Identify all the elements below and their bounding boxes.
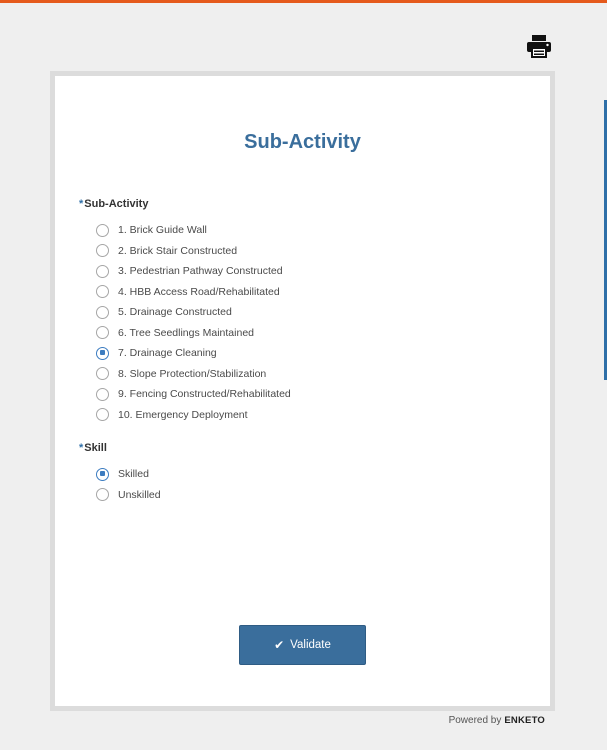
radio-option-label: 2. Brick Stair Constructed: [118, 244, 238, 257]
radio-button[interactable]: [96, 367, 109, 381]
radio-option-label: Unskilled: [118, 488, 161, 501]
radio-button[interactable]: [96, 285, 109, 299]
validate-button[interactable]: ✔ Validate: [239, 625, 366, 665]
print-button[interactable]: [526, 34, 552, 58]
radio-option-sub-activity-3[interactable]: 3. Pedestrian Pathway Constructed: [96, 261, 291, 282]
radio-button[interactable]: [96, 488, 109, 502]
question-label: *Sub-Activity: [79, 198, 291, 214]
radio-option-label: 3. Pedestrian Pathway Constructed: [118, 265, 283, 278]
validate-label: Validate: [290, 639, 331, 651]
radio-option-sub-activity-10[interactable]: 10. Emergency Deployment: [96, 405, 291, 426]
radio-option-label: 4. HBB Access Road/Rehabilitated: [118, 285, 280, 298]
radio-button[interactable]: [96, 408, 109, 422]
question-label-text: Skill: [84, 442, 107, 454]
radio-option-sub-activity-5[interactable]: 5. Drainage Constructed: [96, 302, 291, 323]
check-icon: ✔: [274, 638, 285, 652]
powered-by: Powered by ENKETO: [449, 715, 545, 726]
required-marker: *: [79, 198, 84, 210]
form-title: Sub-Activity: [244, 131, 361, 153]
question-label: *Skill: [79, 442, 161, 458]
question-skill: *Skill Skilled Unskilled: [79, 442, 161, 505]
radio-option-label: 6. Tree Seedlings Maintained: [118, 326, 255, 339]
radio-option-label: 10. Emergency Deployment: [118, 408, 248, 421]
radio-option-label: 1. Brick Guide Wall: [118, 224, 207, 237]
radio-button[interactable]: [96, 346, 109, 360]
radio-option-label: 7. Drainage Cleaning: [118, 347, 217, 360]
radio-option-sub-activity-7[interactable]: 7. Drainage Cleaning: [96, 343, 291, 364]
radio-option-sub-activity-6[interactable]: 6. Tree Seedlings Maintained: [96, 323, 291, 344]
radio-button[interactable]: [96, 264, 109, 278]
radio-button[interactable]: [96, 305, 109, 319]
printer-icon: [527, 35, 551, 58]
options-skill: Skilled Unskilled: [96, 464, 161, 505]
radio-button[interactable]: [96, 326, 109, 340]
options-sub-activity: 1. Brick Guide Wall 2. Brick Stair Constr…: [96, 220, 291, 425]
brand-logo[interactable]: ENKETO: [504, 715, 545, 726]
radio-button[interactable]: [96, 244, 109, 258]
radio-option-label: 5. Drainage Constructed: [118, 306, 232, 319]
top-accent-bar: [0, 0, 607, 3]
required-marker: *: [79, 442, 84, 454]
radio-option-skill-2[interactable]: Unskilled: [96, 485, 161, 506]
form-card: Sub-Activity *Sub-Activity 1. Brick Guid…: [50, 71, 555, 711]
radio-option-skill-1[interactable]: Skilled: [96, 464, 161, 485]
radio-option-label: 8. Slope Protection/Stabilization: [118, 367, 267, 380]
question-label-text: Sub-Activity: [84, 198, 149, 210]
question-sub-activity: *Sub-Activity 1. Brick Guide Wall 2. Bric…: [79, 198, 291, 425]
radio-option-sub-activity-2[interactable]: 2. Brick Stair Constructed: [96, 241, 291, 262]
radio-option-label: Skilled: [118, 468, 149, 481]
radio-button[interactable]: [96, 387, 109, 401]
radio-option-sub-activity-8[interactable]: 8. Slope Protection/Stabilization: [96, 364, 291, 385]
radio-button[interactable]: [96, 467, 109, 481]
radio-option-label: 9. Fencing Constructed/Rehabilitated: [118, 388, 291, 401]
powered-by-text: Powered by: [448, 715, 502, 726]
radio-option-sub-activity-9[interactable]: 9. Fencing Constructed/Rehabilitated: [96, 384, 291, 405]
radio-option-sub-activity-1[interactable]: 1. Brick Guide Wall: [96, 220, 291, 241]
radio-option-sub-activity-4[interactable]: 4. HBB Access Road/Rehabilitated: [96, 282, 291, 303]
radio-button[interactable]: [96, 223, 109, 237]
